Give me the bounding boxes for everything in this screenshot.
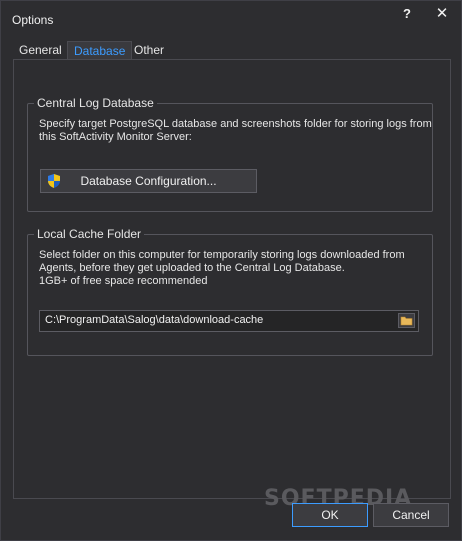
help-button[interactable]: ?	[390, 3, 424, 25]
close-button[interactable]: ✕	[425, 3, 459, 25]
local-cache-description: Select folder on this computer for tempo…	[39, 249, 405, 287]
options-dialog: Options ? ✕ General Database Other Centr…	[0, 0, 462, 541]
local-cache-folder-legend: Local Cache Folder	[34, 227, 145, 241]
ok-button[interactable]: OK	[292, 503, 368, 527]
dialog-title: Options	[12, 13, 54, 27]
folder-icon[interactable]	[398, 313, 415, 328]
central-log-database-group: Central Log Database Specify target Post…	[27, 96, 433, 212]
cache-folder-path-value[interactable]: C:\ProgramData\Salog\data\download-cache	[45, 314, 263, 326]
title-bar[interactable]: Options ? ✕	[1, 1, 461, 37]
database-tab-panel: Central Log Database Specify target Post…	[13, 59, 451, 499]
uac-shield-icon	[48, 174, 60, 188]
cancel-button[interactable]: Cancel	[373, 503, 449, 527]
cache-folder-path-field[interactable]: C:\ProgramData\Salog\data\download-cache	[39, 310, 419, 332]
tab-general[interactable]: General	[13, 41, 68, 59]
local-cache-folder-group: Local Cache Folder Select folder on this…	[27, 227, 433, 356]
database-configuration-button[interactable]: Database Configuration...	[40, 169, 257, 193]
tab-database[interactable]: Database	[67, 41, 133, 59]
central-log-description: Specify target PostgreSQL database and s…	[39, 118, 432, 143]
tab-other[interactable]: Other	[128, 41, 170, 59]
central-log-database-legend: Central Log Database	[34, 96, 157, 110]
database-configuration-label: Database Configuration...	[80, 174, 217, 188]
